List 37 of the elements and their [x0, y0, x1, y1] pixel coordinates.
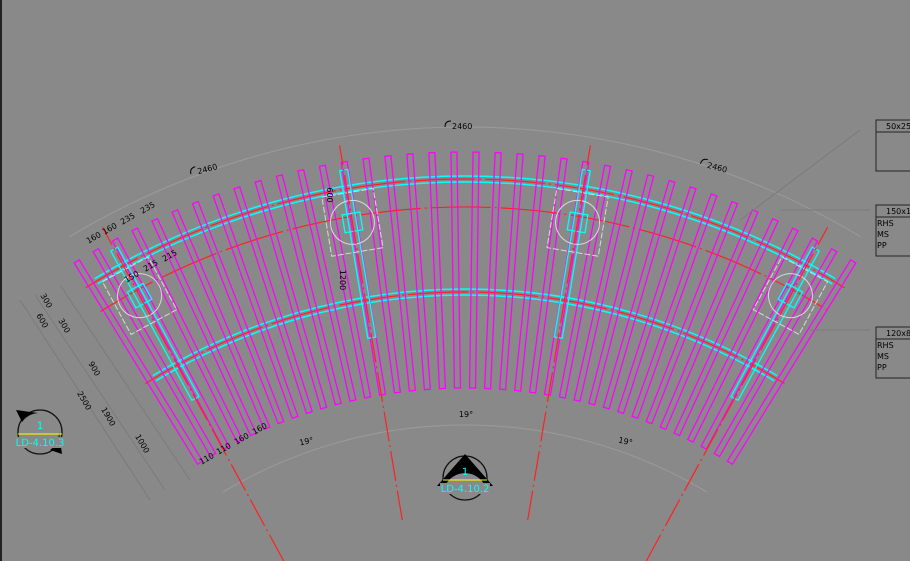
section-number: 1: [36, 421, 44, 432]
section-number: 1: [462, 467, 468, 478]
angle-label: 19°: [298, 436, 314, 448]
schedule-table: [876, 326, 910, 378]
material-code: MS: [877, 352, 889, 361]
dimension-label: 160: [232, 431, 251, 447]
arc-length-icon: [444, 120, 452, 128]
material-code: PP: [877, 363, 887, 372]
dimension-label: 160: [84, 230, 103, 246]
schedule-table: [876, 120, 910, 172]
arc-dimension: 2460: [452, 122, 472, 131]
arc-length-icon: [190, 166, 196, 175]
arc-length-icon: [700, 158, 708, 164]
dimension-label: 600: [325, 187, 334, 203]
dimension-label: 110: [198, 451, 216, 467]
dimension-label: 150: [122, 269, 141, 285]
sheet-reference: LD-4.10.2: [440, 484, 490, 495]
sheet-reference: LD-4.10.3: [16, 438, 64, 449]
material-code: MS: [877, 230, 889, 239]
angle-label: 19°: [458, 410, 474, 419]
material-code: PP: [877, 241, 887, 250]
dimension-label: 215: [160, 248, 179, 264]
dimension-label: 215: [142, 258, 160, 274]
dimension-label: 1200: [338, 270, 347, 290]
schedule-table: [876, 204, 910, 256]
dimension-label: 235: [138, 200, 157, 216]
dimension-label: 160: [100, 221, 119, 237]
material-code: RHS: [877, 341, 894, 350]
dimension-label: 235: [118, 211, 137, 227]
dimension-label: 110: [214, 441, 233, 457]
arc-dimension: 2460: [196, 162, 218, 176]
member-size: 150x1: [886, 207, 910, 216]
arc-dimension: 2460: [706, 160, 728, 175]
material-code: RHS: [877, 219, 894, 228]
section-marker-icon: [16, 409, 63, 455]
angle-label: 19°: [618, 436, 634, 448]
dimension-label: 160: [250, 421, 269, 437]
